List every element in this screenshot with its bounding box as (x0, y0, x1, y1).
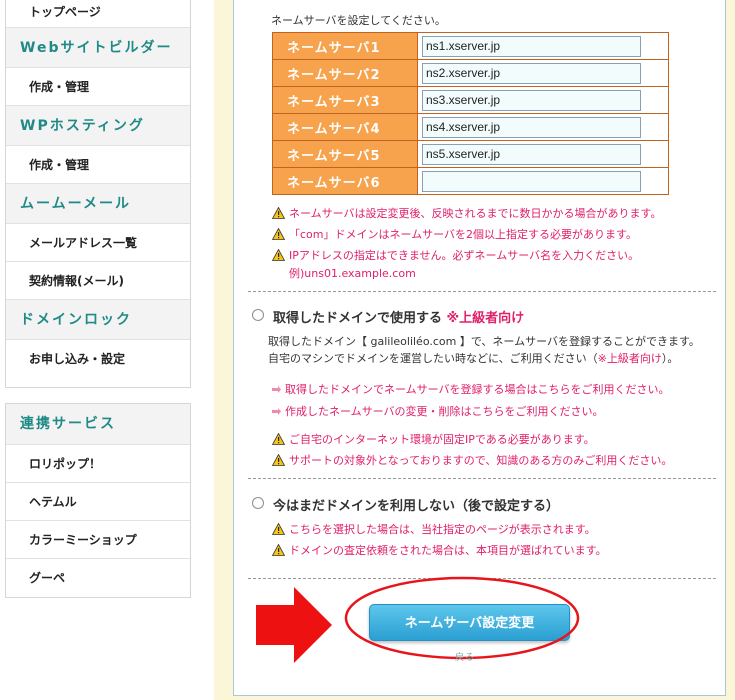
nameserver-label: ネームサーバ1 (272, 32, 418, 60)
edit-nameserver-link[interactable]: 作成したネームサーバの変更・削除はこちらをご利用ください。 (271, 403, 604, 419)
warning-icon (272, 453, 285, 466)
back-link[interactable]: 戻る (455, 650, 475, 663)
warning-icon (272, 227, 285, 240)
nameserver-row: ネームサーバ2 ns2.xserver.jp (272, 59, 669, 87)
nameserver-label: ネームサーバ5 (272, 140, 418, 168)
sidebar-service-link[interactable]: ヘテムル (6, 482, 190, 520)
sidebar-section-heading: Webサイトビルダー (6, 27, 190, 67)
nameserver-row: ネームサーバ3 ns3.xserver.jp (272, 86, 669, 114)
nameserver-row: ネームサーバ1 ns1.xserver.jp (272, 32, 669, 60)
nameserver-example: 例)uns01.example.com (289, 267, 416, 280)
sidebar-service-link[interactable]: ロリポップ！ (6, 444, 190, 482)
nameserver-value-cell: ns4.xserver.jp (417, 113, 669, 141)
option-own-domain-label: 取得したドメインで使用する (273, 311, 443, 326)
nameserver-label: ネームサーバ6 (272, 167, 418, 195)
sidebar-item[interactable]: メールアドレス一覧 (6, 223, 190, 261)
radio-use-later[interactable] (252, 497, 264, 509)
warning-line: サポートの対象外となっておりますので、知識のある方のみご利用ください。 (272, 449, 672, 470)
nameserver-label: ネームサーバ3 (272, 86, 418, 114)
nameserver-value-cell: ns2.xserver.jp (417, 59, 669, 87)
warning-line: 「com」ドメインはネームサーバを2個以上指定する必要があります。 (272, 223, 661, 244)
sidebar-section-heading: ドメインロック (6, 299, 190, 339)
sidebar-menu-box: トップページ Webサイトビルダー 作成・管理 WPホスティング 作成・管理 ムームーメー… (5, 0, 191, 388)
link-arrow-icon (272, 386, 281, 393)
divider (248, 291, 716, 292)
sidebar-service-link[interactable]: カラーミーショップ (6, 520, 190, 558)
nameserver-input[interactable] (422, 170, 641, 192)
warning-icon (272, 543, 285, 556)
warning-line: IPアドレスの指定はできません。必ずネームサーバ名を入力ください。 (272, 244, 661, 265)
nameserver-label: ネームサーバ2 (272, 59, 418, 87)
nameserver-input[interactable]: ns4.xserver.jp (422, 116, 641, 138)
nameserver-value-cell (417, 167, 669, 195)
description-line-1: 取得したドメイン【 galileoliléo.com 】で、ネームサーバを登録す… (268, 335, 700, 348)
warning-line: ご自宅のインターネット環境が固定IPである必要があります。 (272, 428, 672, 449)
option-own-domain-title: 取得したドメインで使用する ※上級者向け (273, 307, 524, 326)
nameserver-value-cell: ns1.xserver.jp (417, 32, 669, 60)
radio-own-domain[interactable] (252, 309, 264, 321)
warning-icon (272, 248, 285, 261)
register-nameserver-link[interactable]: 取得したドメインでネームサーバを登録する場合はこちらをご利用ください。 (271, 381, 670, 397)
nameserver-input[interactable]: ns3.xserver.jp (422, 89, 641, 111)
sidebar-item[interactable]: 作成・管理 (6, 145, 190, 183)
sidebar-service-link[interactable]: グーペ (6, 558, 190, 596)
nameserver-input[interactable]: ns2.xserver.jp (422, 62, 641, 84)
warning-icon (272, 522, 285, 535)
warning-icon (272, 432, 285, 445)
sidebar-section-heading: ムームーメール (6, 183, 190, 223)
own-domain-warnings: ご自宅のインターネット環境が固定IPである必要があります。 サポートの対象外とな… (272, 428, 672, 470)
related-services-box: 連携サービス ロリポップ！ ヘテムル カラーミーショップ グーペ (5, 403, 191, 598)
sidebar-item[interactable]: お申し込み・設定 (6, 339, 190, 377)
warning-icon (272, 206, 285, 219)
option-use-later-title: 今はまだドメインを利用しない（後で設定する） (273, 499, 560, 514)
warning-line: こちらを選択した場合は、当社指定のページが表示されます。 (272, 518, 607, 539)
nameserver-intro: ネームサーバを設定してください。 (271, 14, 446, 27)
related-services-heading: 連携サービス (6, 404, 190, 444)
use-later-warnings: こちらを選択した場合は、当社指定のページが表示されます。 ドメインの査定依頼をさ… (272, 518, 607, 560)
nameserver-input[interactable]: ns5.xserver.jp (422, 143, 641, 165)
nameserver-label: ネームサーバ4 (272, 113, 418, 141)
nameserver-value-cell: ns3.xserver.jp (417, 86, 669, 114)
nameserver-input[interactable]: ns1.xserver.jp (422, 35, 641, 57)
nameserver-value-cell: ns5.xserver.jp (417, 140, 669, 168)
nameserver-row: ネームサーバ4 ns4.xserver.jp (272, 113, 669, 141)
nameserver-warnings: ネームサーバは設定変更後、反映されるまでに数日かかる場合があります。 「com」ド… (272, 202, 661, 282)
option-own-domain-description: 取得したドメイン【 galileoliléo.com 】で、ネームサーバを登録す… (268, 333, 700, 367)
link-arrow-icon (272, 408, 281, 415)
warning-line: ネームサーバは設定変更後、反映されるまでに数日かかる場合があります。 (272, 202, 661, 223)
highlight-ellipse (344, 576, 580, 660)
sidebar-item[interactable]: 作成・管理 (6, 67, 190, 105)
sidebar-section-heading: WPホスティング (6, 105, 190, 145)
nameserver-table: ネームサーバ1 ns1.xserver.jp ネームサーバ2 ns2.xserver.… (272, 32, 669, 195)
divider (248, 478, 716, 479)
nameserver-row: ネームサーバ6 (272, 167, 669, 195)
warning-line: ドメインの査定依頼をされた場合は、本項目が選ばれています。 (272, 539, 607, 560)
sidebar-item[interactable]: トップページ (6, 0, 190, 27)
red-arrow-icon (256, 587, 332, 663)
description-line-2: 自宅のマシンでドメインを運営したい時などに、ご利用ください（※上級者向け）。 (268, 352, 679, 365)
advanced-user-note: ※上級者向け (446, 311, 525, 326)
sidebar-item[interactable]: 契約情報(メール) (6, 261, 190, 299)
nameserver-row: ネームサーバ5 ns5.xserver.jp (272, 140, 669, 168)
